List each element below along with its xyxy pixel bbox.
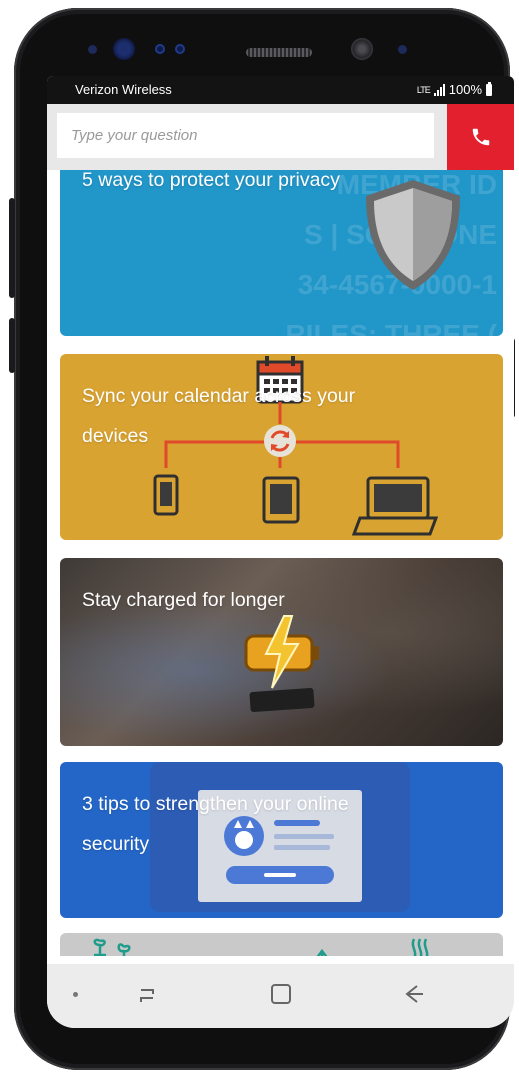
status-bar: Verizon Wireless LTE 100% bbox=[47, 76, 514, 104]
top-bezel bbox=[14, 8, 510, 78]
plant-illustration bbox=[93, 938, 429, 956]
article-card-privacy[interactable]: MEMBER ID S | SOME ONE 34-4567-0000-1 RI… bbox=[60, 170, 503, 336]
navigation-bar bbox=[47, 964, 514, 1028]
call-button[interactable] bbox=[447, 104, 514, 170]
back-icon[interactable] bbox=[401, 982, 425, 1006]
lte-icon: LTE bbox=[416, 84, 431, 95]
battery-percent: 100% bbox=[448, 82, 482, 97]
phone-frame: Verizon Wireless LTE 100% MEMBER ID S | … bbox=[9, 8, 515, 1070]
volume-button bbox=[9, 198, 15, 298]
battery-icon bbox=[486, 81, 492, 96]
search-input[interactable] bbox=[57, 113, 434, 158]
search-bar bbox=[47, 104, 514, 170]
recent-apps-icon[interactable] bbox=[135, 984, 159, 1006]
card-title: 3 tips to strengthen your online securit… bbox=[82, 793, 349, 855]
card-title: Sync your calendar across your devices bbox=[82, 385, 356, 447]
card-title: 5 ways to protect your privacy bbox=[82, 170, 340, 191]
phone-icon bbox=[472, 128, 489, 146]
status-icons: LTE 100% bbox=[416, 81, 492, 97]
front-camera-icon bbox=[351, 38, 373, 60]
article-feed[interactable]: MEMBER ID S | SOME ONE 34-4567-0000-1 RI… bbox=[47, 170, 514, 956]
carrier-label: Verizon Wireless bbox=[75, 82, 172, 97]
light-sensor-icon bbox=[175, 44, 185, 54]
iris-scanner-icon bbox=[113, 38, 135, 60]
smartphone-icon bbox=[153, 474, 179, 516]
sensor-icon bbox=[88, 45, 97, 54]
article-card-plants[interactable] bbox=[60, 933, 503, 956]
article-card-battery[interactable]: Stay charged for longer bbox=[60, 558, 503, 746]
article-card-security[interactable]: 3 tips to strengthen your online securit… bbox=[60, 762, 503, 918]
card-title: Stay charged for longer bbox=[82, 589, 285, 611]
earpiece-speaker bbox=[246, 48, 312, 57]
bixby-button bbox=[9, 318, 15, 373]
article-card-calendar[interactable]: Sync your calendar across your devices bbox=[60, 354, 503, 540]
screen: Verizon Wireless LTE 100% MEMBER ID S | … bbox=[47, 76, 514, 1028]
laptop-icon bbox=[351, 476, 439, 536]
home-icon[interactable] bbox=[269, 982, 293, 1006]
proximity-sensor-icon bbox=[155, 44, 165, 54]
battery-bolt-icon bbox=[244, 615, 319, 689]
nav-indicator-dot bbox=[73, 992, 78, 997]
tablet-icon bbox=[262, 476, 300, 524]
signal-icon bbox=[433, 83, 445, 96]
iris-led-icon bbox=[398, 45, 407, 54]
